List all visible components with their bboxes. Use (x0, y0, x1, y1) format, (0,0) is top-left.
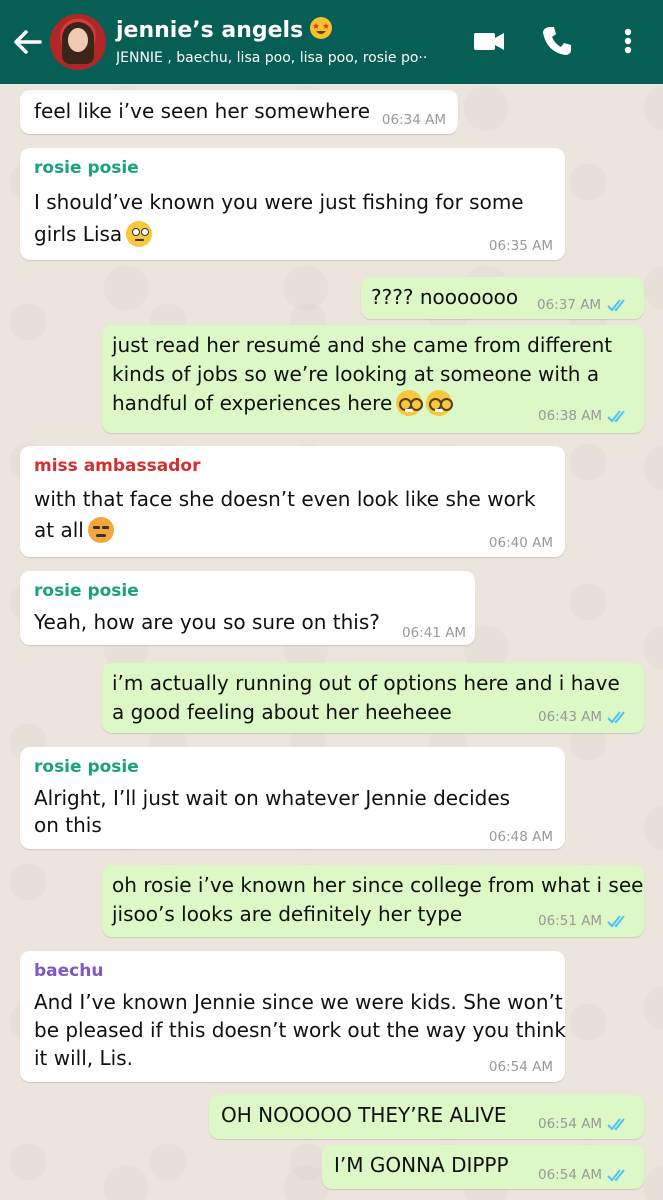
message-bubble[interactable]: I’M GONNA DIPPP 06:54 AM (322, 1145, 644, 1189)
group-members-subtitle[interactable]: JENNIE , baechu, lisa poo, lisa poo, ros… (116, 50, 436, 66)
message-text: i’m actually running out of options here… (112, 671, 620, 695)
message-bubble[interactable]: feel like i’ve seen her somewhere 06:34 … (20, 90, 458, 134)
back-arrow-icon[interactable] (10, 26, 44, 58)
read-receipt-icon (607, 711, 625, 724)
message-time: 06:35 AM (488, 238, 553, 254)
message-text: just read her resumé and she came from d… (112, 333, 613, 357)
message-text: feel like i’ve seen her somewhere (34, 99, 371, 123)
message-text-line: handful of experiences here (112, 389, 454, 418)
message-time: 06:54 AM (538, 1167, 603, 1183)
message-text: jisoo’s looks are definitely her type (112, 902, 463, 926)
message-text: be pleased if this doesn’t work out the … (34, 1018, 566, 1042)
message-bubble[interactable]: rosie posie Yeah, how are you so sure on… (20, 571, 475, 645)
confounded-face-emoji-icon (87, 517, 114, 543)
nerd-face-emoji-icon (426, 390, 454, 416)
phone-icon[interactable] (540, 24, 574, 58)
group-avatar[interactable] (50, 14, 106, 70)
sender-name: miss ambassador (34, 456, 201, 476)
sender-name: rosie posie (34, 757, 139, 777)
read-receipt-icon (607, 1118, 625, 1131)
more-options-icon[interactable] (614, 24, 642, 58)
message-text: on this (34, 813, 102, 837)
read-receipt-icon (607, 1169, 625, 1182)
message-bubble[interactable]: rosie posie Alright, I’ll just wait on w… (20, 747, 565, 849)
message-text: kinds of jobs so we’re looking at someon… (112, 362, 600, 386)
read-receipt-icon (607, 410, 625, 423)
message-bubble[interactable]: miss ambassador with that face she doesn… (20, 446, 565, 557)
message-bubble[interactable]: i’m actually running out of options here… (102, 663, 644, 733)
message-text-line: girls Lisa (34, 220, 153, 249)
chat-header: jennie’s angels JENNIE , baechu, lisa po… (0, 0, 663, 84)
message-text-line: at all (34, 516, 114, 545)
message-text: ???? nooooooo (371, 285, 519, 309)
message-time: 06:54 AM (538, 1116, 603, 1132)
message-bubble[interactable]: ???? nooooooo 06:37 AM (361, 277, 644, 319)
message-time: 06:37 AM (537, 297, 602, 313)
message-text: oh rosie i’ve known her since college fr… (112, 873, 644, 897)
message-text: And I’ve known Jennie since we were kids… (34, 990, 563, 1014)
message-text: Alright, I’ll just wait on whatever Jenn… (34, 786, 511, 810)
chat-title[interactable]: jennie’s angels (116, 16, 333, 46)
message-text: it will, Lis. (34, 1046, 133, 1070)
message-text: a good feeling about her heeheee (112, 700, 452, 724)
message-text: with that face she doesn’t even look lik… (34, 487, 536, 511)
message-text: Yeah, how are you so sure on this? (34, 610, 380, 634)
message-bubble[interactable]: just read her resumé and she came from d… (102, 325, 644, 433)
message-time: 06:38 AM (538, 408, 603, 424)
message-time: 06:43 AM (538, 709, 603, 725)
message-time: 06:48 AM (488, 829, 553, 845)
read-receipt-icon (607, 915, 625, 928)
message-text: OH NOOOOO THEY’RE ALIVE (221, 1103, 507, 1127)
sender-name: rosie posie (34, 158, 139, 178)
message-text: I should’ve known you were just fishing … (34, 190, 524, 214)
message-bubble[interactable]: baechu And I’ve known Jennie since we we… (20, 951, 566, 1082)
message-bubble[interactable]: rosie posie I should’ve known you were j… (20, 148, 565, 260)
video-call-icon[interactable] (472, 24, 506, 58)
message-text: I’M GONNA DIPPP (334, 1153, 509, 1177)
message-list[interactable]: feel like i’ve seen her somewhere 06:34 … (0, 84, 663, 1200)
message-time: 06:34 AM (381, 112, 446, 128)
sender-name: rosie posie (34, 581, 139, 601)
star-struck-emoji-icon (309, 16, 333, 46)
nerd-face-emoji-icon (396, 390, 424, 416)
read-receipt-icon (607, 299, 625, 312)
message-time: 06:54 AM (488, 1059, 553, 1075)
message-time: 06:41 AM (402, 625, 467, 641)
message-bubble[interactable]: oh rosie i’ve known her since college fr… (102, 865, 644, 937)
message-bubble[interactable]: OH NOOOOO THEY’RE ALIVE 06:54 AM (209, 1095, 644, 1139)
eye-roll-emoji-icon (126, 221, 153, 247)
message-time: 06:40 AM (488, 535, 553, 551)
message-time: 06:51 AM (538, 913, 603, 929)
sender-name: baechu (34, 961, 104, 981)
